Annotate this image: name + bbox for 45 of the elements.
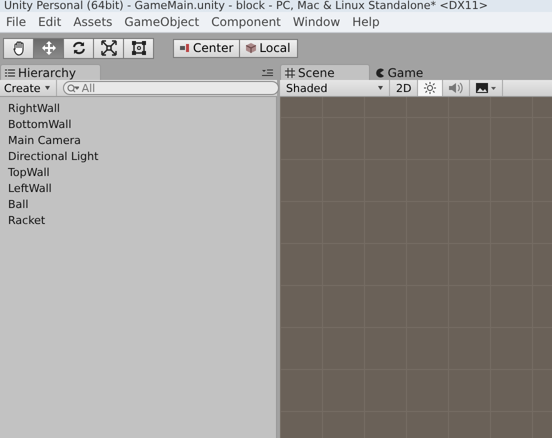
space-button[interactable]: Local bbox=[239, 38, 298, 58]
hierarchy-item[interactable]: BottomWall bbox=[0, 117, 276, 133]
rotate-icon bbox=[70, 40, 86, 56]
search-field[interactable]: All bbox=[62, 81, 279, 95]
hierarchy-tab[interactable]: Hierarchy bbox=[0, 64, 102, 80]
hierarchy-item[interactable]: Ball bbox=[0, 197, 276, 213]
menu-item[interactable]: Assets bbox=[67, 15, 118, 29]
menu-item[interactable]: Window bbox=[286, 15, 346, 29]
menu-item[interactable]: Component bbox=[205, 15, 287, 29]
hierarchy-item[interactable]: Racket bbox=[0, 213, 276, 229]
menu-item[interactable]: Edit bbox=[32, 15, 68, 29]
panel-menu-icon[interactable] bbox=[262, 69, 273, 76]
sun-icon bbox=[424, 82, 436, 94]
hand-icon bbox=[10, 40, 26, 56]
hierarchy-item[interactable]: LeftWall bbox=[0, 181, 276, 197]
grid-icon bbox=[285, 68, 295, 78]
list-icon bbox=[5, 68, 15, 76]
speaker-icon bbox=[449, 82, 464, 94]
create-dropdown[interactable]: Create bbox=[0, 80, 57, 96]
pivot-button[interactable]: Center bbox=[173, 38, 240, 58]
tool-button[interactable] bbox=[93, 38, 124, 58]
caret-icon bbox=[378, 86, 383, 90]
lighting-toggle[interactable] bbox=[418, 80, 444, 96]
window-title: Unity Personal (64bit) - GameMain.unity - block - PC, Mac & Linux Standalone* <DX11> bbox=[0, 0, 552, 12]
image-icon bbox=[476, 83, 496, 93]
search-icon bbox=[66, 84, 79, 93]
hierarchy-item[interactable]: TopWall bbox=[0, 165, 276, 181]
rect-tool-icon bbox=[130, 40, 146, 56]
menu-item[interactable]: GameObject bbox=[118, 15, 206, 29]
pivot-icon bbox=[180, 44, 190, 52]
cube-icon bbox=[246, 43, 256, 53]
tool-button[interactable] bbox=[63, 38, 94, 58]
tool-button[interactable] bbox=[3, 38, 34, 58]
hierarchy-item[interactable]: Directional Light bbox=[0, 149, 276, 165]
move-icon bbox=[40, 40, 56, 56]
hierarchy-item[interactable]: Main Camera bbox=[0, 133, 276, 149]
scale-icon bbox=[100, 40, 116, 56]
menu-item[interactable]: Help bbox=[346, 15, 386, 29]
menu-item[interactable]: File bbox=[0, 15, 32, 29]
hierarchy-item[interactable]: RightWall bbox=[0, 101, 276, 117]
tool-button[interactable] bbox=[123, 38, 154, 58]
shading-dropdown[interactable]: Shaded bbox=[280, 80, 390, 96]
pacman-icon bbox=[374, 68, 385, 78]
scene-tab[interactable]: Scene bbox=[280, 64, 370, 80]
caret-icon bbox=[44, 86, 50, 90]
